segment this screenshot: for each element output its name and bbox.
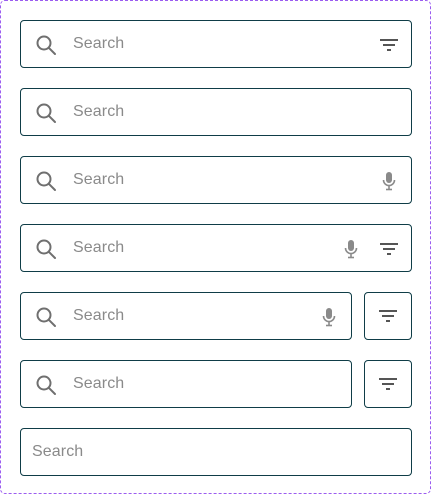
search-bar-basic: Search bbox=[20, 88, 412, 136]
search-placeholder: Search bbox=[73, 375, 125, 392]
search-placeholder: Search bbox=[73, 35, 125, 52]
search-field[interactable]: Search bbox=[20, 428, 412, 476]
search-placeholder: Search bbox=[73, 239, 125, 256]
filter-icon bbox=[378, 377, 398, 391]
search-bar-with-mic-and-filter-button: Search bbox=[20, 292, 412, 340]
search-placeholder: Search bbox=[73, 103, 125, 120]
search-icon bbox=[34, 293, 58, 341]
search-placeholder: Search bbox=[73, 171, 125, 188]
search-bar-text-only: Search bbox=[20, 428, 412, 476]
search-placeholder: Search bbox=[32, 443, 84, 460]
search-icon bbox=[34, 361, 58, 409]
search-field[interactable]: Search bbox=[20, 20, 412, 68]
search-icon bbox=[34, 89, 58, 137]
search-bar-with-mic: Search bbox=[20, 156, 412, 204]
mic-icon[interactable] bbox=[339, 225, 363, 273]
search-field[interactable]: Search bbox=[20, 156, 412, 204]
filter-icon[interactable] bbox=[377, 21, 401, 69]
search-bar-with-filter-button: Search bbox=[20, 360, 412, 408]
search-field[interactable]: Search bbox=[20, 88, 412, 136]
search-icon bbox=[34, 21, 58, 69]
search-placeholder: Search bbox=[73, 307, 125, 324]
filter-button[interactable] bbox=[364, 360, 412, 408]
filter-icon[interactable] bbox=[377, 225, 401, 273]
search-field[interactable]: Search bbox=[20, 224, 412, 272]
search-icon bbox=[34, 225, 58, 273]
filter-button[interactable] bbox=[364, 292, 412, 340]
mic-icon[interactable] bbox=[317, 293, 341, 341]
search-field[interactable]: Search bbox=[20, 292, 352, 340]
search-bar-with-mic-and-filter: Search bbox=[20, 224, 412, 272]
search-field[interactable]: Search bbox=[20, 360, 352, 408]
mic-icon[interactable] bbox=[377, 157, 401, 205]
search-icon bbox=[34, 157, 58, 205]
filter-icon bbox=[378, 309, 398, 323]
search-bar-with-filter: Search bbox=[20, 20, 412, 68]
